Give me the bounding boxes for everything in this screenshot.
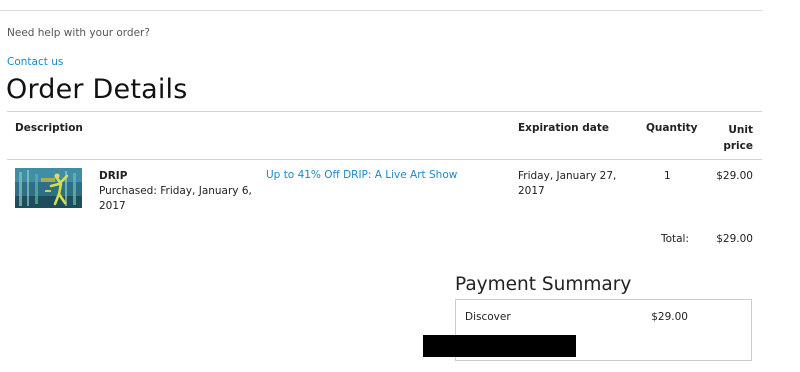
- total-label: Total:: [660, 233, 689, 245]
- header-expiration-date: Expiration date: [518, 122, 610, 134]
- header-unit-price-line1: Unit: [728, 124, 753, 136]
- header-divider: [7, 159, 762, 160]
- total-value: $29.00: [716, 233, 753, 245]
- product-thumbnail[interactable]: [15, 168, 82, 208]
- expiration-date: Friday, January 27, 2017: [518, 169, 616, 199]
- header-description: Description: [15, 122, 83, 134]
- payment-summary-title: Payment Summary: [455, 274, 632, 295]
- page-title: Order Details: [6, 74, 188, 105]
- expiration-date-line2: 2017: [518, 185, 545, 197]
- order-details-page: Need help with your order? Contact us Or…: [0, 0, 800, 372]
- deal-link[interactable]: Up to 41% Off DRIP: A Live Art Show: [266, 169, 457, 181]
- help-question: Need help with your order?: [7, 27, 150, 39]
- header-unit-price: Unit price: [712, 122, 753, 154]
- unit-price-value: $29.00: [716, 170, 753, 182]
- quantity-value: 1: [664, 170, 671, 182]
- header-unit-price-line2: price: [723, 140, 753, 152]
- product-name: DRIP: [99, 170, 128, 182]
- purchase-date: Purchased: Friday, January 6, 2017: [99, 184, 252, 214]
- contact-us-link[interactable]: Contact us: [7, 56, 63, 68]
- title-divider: [7, 111, 762, 112]
- redaction-block: [423, 335, 576, 357]
- purchase-date-line1: Purchased: Friday, January 6,: [99, 185, 252, 197]
- header-quantity: Quantity: [646, 122, 698, 134]
- payment-method: Discover: [465, 311, 511, 323]
- expiration-date-line1: Friday, January 27,: [518, 170, 617, 182]
- top-divider: [0, 10, 762, 11]
- purchase-date-line2: 2017: [99, 200, 126, 212]
- dancer-image-icon: [15, 168, 82, 208]
- payment-amount: $29.00: [651, 311, 688, 323]
